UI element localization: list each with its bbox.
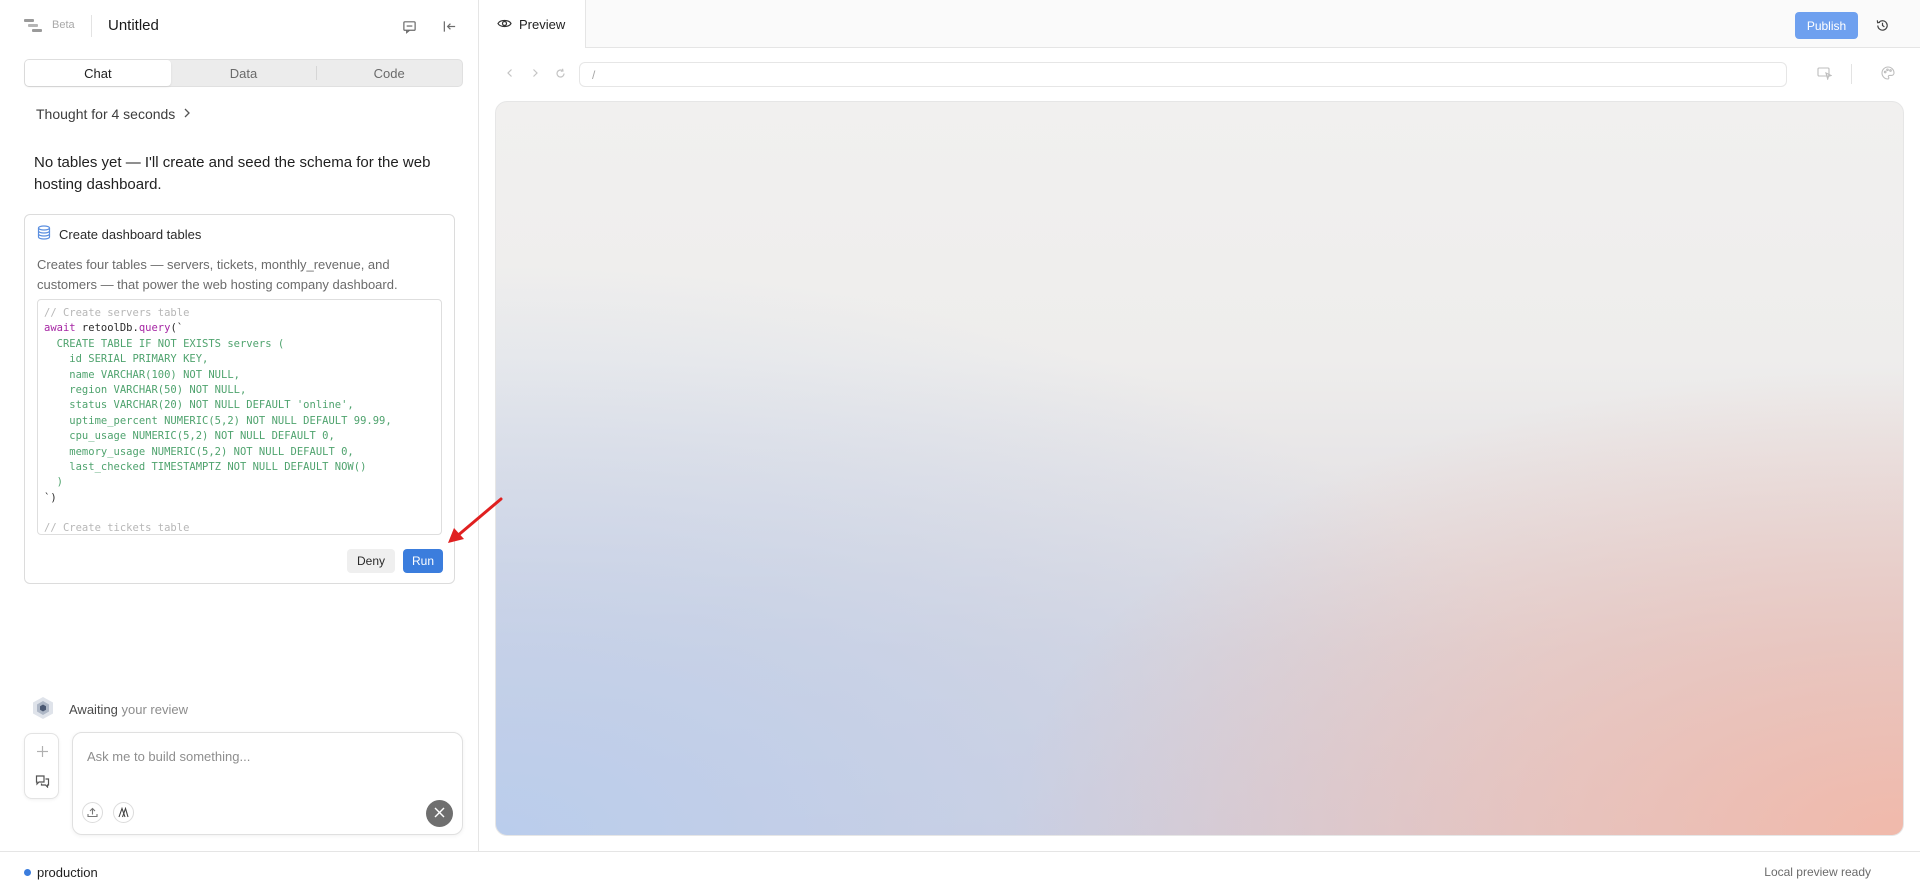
preview-canvas[interactable] [495, 101, 1904, 836]
model-selector-icon[interactable] [113, 802, 134, 823]
tool-call-title: Create dashboard tables [59, 226, 202, 242]
code-token: name VARCHAR(100) NOT NULL, [44, 368, 240, 381]
code-preview[interactable]: // Create servers table await retoolDb.qu… [37, 299, 442, 535]
thought-label: Thought for 4 seconds [36, 106, 176, 122]
code-token: ) [44, 476, 63, 489]
environment-label: production [37, 865, 98, 880]
code-line: id SERIAL PRIMARY KEY, [44, 352, 435, 367]
agent-status: Awaiting your review [31, 696, 188, 723]
back-icon[interactable] [503, 66, 517, 80]
reload-icon[interactable] [553, 66, 567, 80]
code-line: ) [44, 475, 435, 490]
publish-button[interactable]: Publish [1795, 12, 1858, 39]
code-line: cpu_usage NUMERIC(5,2) NOT NULL DEFAULT … [44, 429, 435, 444]
code-token: last_checked TIMESTAMPTZ NOT NULL DEFAUL… [44, 460, 367, 473]
forward-icon[interactable] [528, 66, 542, 80]
chevron-right-icon [181, 106, 193, 122]
collapse-panel-icon[interactable] [439, 16, 459, 36]
logo-icon[interactable] [24, 17, 42, 35]
beta-badge: Beta [52, 19, 75, 31]
preview-url: / [592, 67, 596, 82]
code-token: cpu_usage NUMERIC(5,2) NOT NULL DEFAULT … [44, 430, 335, 443]
agent-status-suffix: your review [117, 702, 188, 717]
conversations-icon[interactable] [33, 772, 51, 790]
url-divider [1851, 64, 1852, 84]
code-token: memory_usage NUMERIC(5,2) NOT NULL DEFAU… [44, 445, 354, 458]
code-token: id SERIAL PRIMARY KEY, [44, 353, 209, 366]
code-token: query [138, 322, 171, 335]
header-divider [91, 15, 92, 37]
tab-data[interactable]: Data [171, 60, 317, 86]
close-icon [434, 806, 445, 821]
tool-call-description: Creates four tables — servers, tickets, … [37, 257, 398, 292]
code-line: region VARCHAR(50) NOT NULL, [44, 383, 435, 398]
chat-panel-header: Beta Untitled [0, 0, 479, 52]
theme-palette-icon[interactable] [1880, 65, 1896, 81]
tool-call-card: Create dashboard tables Creates four tab… [24, 214, 455, 584]
code-token: uptime_percent NUMERIC(5,2) NOT NULL DEF… [44, 414, 392, 427]
chat-input[interactable] [87, 745, 447, 767]
plus-icon[interactable] [33, 742, 51, 760]
preview-url-row: / [480, 48, 1920, 100]
code-token: retoolDb. [75, 322, 139, 335]
stop-button[interactable] [426, 800, 453, 827]
code-line: // Create tickets table [44, 521, 435, 535]
code-token: `) [44, 491, 57, 504]
code-token: region VARCHAR(50) NOT NULL, [44, 383, 247, 396]
code-line: await retoolDb.query(` [44, 321, 435, 336]
app-root: Beta Untitled Chat Data Code Thought for… [0, 0, 1920, 891]
code-line: // Create servers table [44, 306, 435, 321]
chat-composer [72, 732, 463, 835]
preview-header: Preview Publish [480, 0, 1920, 49]
agent-avatar-icon [31, 696, 55, 723]
app-title[interactable]: Untitled [108, 17, 159, 34]
code-line: last_checked TIMESTAMPTZ NOT NULL DEFAUL… [44, 460, 435, 475]
tab-code[interactable]: Code [316, 60, 462, 86]
tab-preview[interactable]: Preview [480, 0, 586, 49]
inspect-icon[interactable] [1816, 65, 1832, 81]
panel-tabs: Chat Data Code [24, 59, 463, 87]
environment-indicator[interactable]: production [24, 865, 98, 880]
code-line: status VARCHAR(20) NOT NULL DEFAULT 'onl… [44, 398, 435, 413]
thought-toggle[interactable]: Thought for 4 seconds [36, 106, 193, 122]
tool-call-header: Create dashboard tables [37, 225, 201, 243]
code-line: CREATE TABLE IF NOT EXISTS servers ( [44, 337, 435, 352]
composer-side-actions [24, 733, 59, 799]
database-icon [37, 225, 51, 243]
tab-chat[interactable]: Chat [25, 60, 171, 86]
preview-url-bar[interactable]: / [579, 62, 1787, 87]
preview-tab-label: Preview [519, 16, 566, 32]
code-line: `) [44, 491, 435, 506]
code-token: status VARCHAR(20) NOT NULL DEFAULT 'onl… [44, 399, 354, 412]
run-button[interactable]: Run [403, 549, 443, 573]
code-line: name VARCHAR(100) NOT NULL, [44, 368, 435, 383]
agent-status-text: Awaiting your review [69, 702, 188, 717]
agent-status-prefix: Awaiting [69, 702, 118, 717]
code-token: CREATE TABLE IF NOT EXISTS servers ( [44, 337, 285, 350]
code-line: memory_usage NUMERIC(5,2) NOT NULL DEFAU… [44, 445, 435, 460]
environment-dot-icon [24, 869, 31, 876]
code-token: // Create tickets table [44, 522, 190, 535]
assistant-message: No tables yet — I'll create and seed the… [34, 154, 431, 193]
preview-status: Local preview ready [1764, 865, 1871, 879]
preview-panel: Preview Publish / [480, 0, 1920, 851]
deny-button[interactable]: Deny [347, 549, 395, 573]
chat-bubble-icon[interactable] [399, 16, 419, 36]
status-bar: production Local preview ready [0, 851, 1920, 891]
code-line: uptime_percent NUMERIC(5,2) NOT NULL DEF… [44, 414, 435, 429]
chat-panel: Beta Untitled Chat Data Code Thought for… [0, 0, 479, 851]
history-icon[interactable] [1873, 16, 1891, 34]
code-token: (` [170, 322, 184, 335]
code-token: await [44, 322, 76, 335]
eye-icon [497, 17, 512, 32]
code-token: // Create servers table [44, 307, 190, 319]
upload-icon[interactable] [82, 802, 103, 823]
